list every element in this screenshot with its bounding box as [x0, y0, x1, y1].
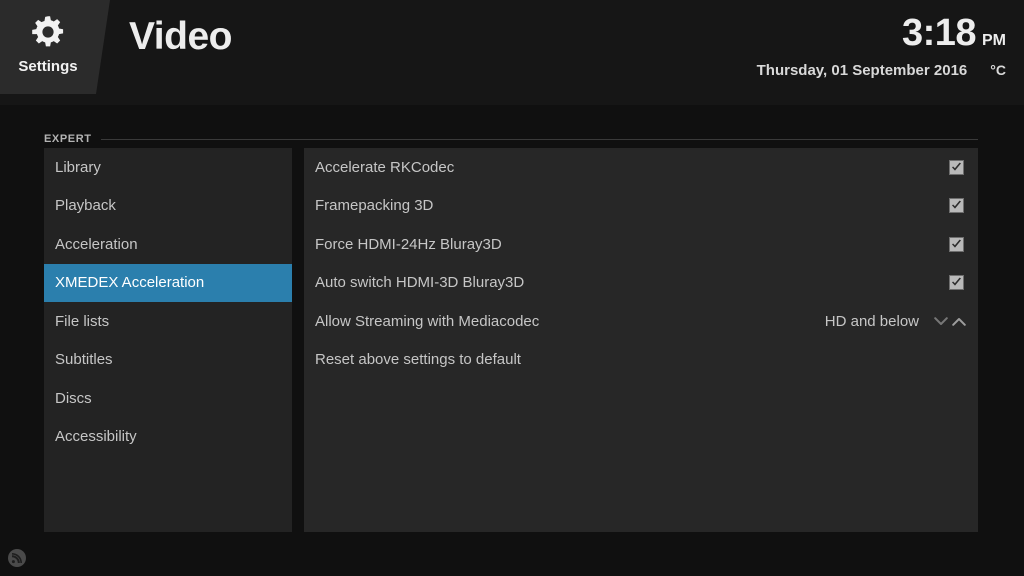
- check-icon: [951, 239, 962, 250]
- checkbox-toggle[interactable]: [949, 198, 964, 214]
- sidebar-item-label: Discs: [55, 389, 92, 407]
- clock-time: 3:18: [901, 12, 977, 54]
- settings-badge-label: Settings: [18, 58, 78, 75]
- sidebar-item-label: Playback: [55, 197, 116, 215]
- sidebar-item-label: Library: [55, 158, 101, 176]
- check-icon: [951, 200, 962, 211]
- value-spinner[interactable]: HD and below: [825, 313, 968, 330]
- date-row: Thursday, 01 September 2016 °C: [757, 63, 1006, 78]
- check-icon: [951, 277, 962, 288]
- setting-label: Accelerate RKCodec: [315, 158, 455, 176]
- sidebar-item-label: File lists: [55, 312, 110, 330]
- setting-label: Framepacking 3D: [315, 197, 434, 215]
- setting-row[interactable]: Auto switch HDMI-3D Bluray3D: [304, 264, 978, 303]
- category-divider: [100, 138, 978, 140]
- category-bar: EXPERT: [44, 131, 978, 147]
- chevron-down-icon[interactable]: [932, 316, 950, 326]
- temperature-unit: °C: [990, 62, 1006, 78]
- setting-row[interactable]: Force HDMI-24Hz Bluray3D: [304, 225, 978, 264]
- clock-row: 3:18 PM: [757, 14, 1006, 52]
- checkbox-toggle[interactable]: [949, 236, 964, 252]
- setting-label: Reset above settings to default: [315, 351, 521, 369]
- checkbox-toggle[interactable]: [949, 275, 964, 291]
- setting-label: Auto switch HDMI-3D Bluray3D: [315, 274, 525, 292]
- chevron-up-icon[interactable]: [950, 317, 968, 326]
- sidebar-item-xmedex-acceleration[interactable]: XMEDEX Acceleration: [44, 263, 292, 302]
- settings-badge[interactable]: Settings: [0, 0, 110, 94]
- sidebar-item-library[interactable]: Library: [44, 148, 292, 187]
- sidebar-item-acceleration[interactable]: Acceleration: [44, 225, 292, 264]
- sidebar-item-label: XMEDEX Acceleration: [55, 274, 205, 292]
- setting-row[interactable]: Allow Streaming with Mediacodec HD and be…: [304, 302, 978, 341]
- clock-ampm: PM: [982, 32, 1006, 49]
- setting-row[interactable]: Accelerate RKCodec: [304, 148, 978, 187]
- sidebar-item-file-lists[interactable]: File lists: [44, 302, 292, 341]
- gear-icon: [0, 12, 96, 52]
- setting-label: Allow Streaming with Mediacodec: [315, 312, 540, 330]
- top-header-bar: Settings Video 3:18 PM Thursday, 01 Sept…: [0, 0, 1024, 105]
- sidebar-item-playback[interactable]: Playback: [44, 187, 292, 226]
- rss-icon[interactable]: [8, 549, 26, 567]
- page-title: Video: [129, 15, 232, 58]
- checkbox-toggle[interactable]: [949, 159, 964, 175]
- spinner-value: HD and below: [824, 312, 919, 330]
- setting-row[interactable]: Framepacking 3D: [304, 187, 978, 226]
- check-icon: [951, 162, 962, 173]
- clock-block: 3:18 PM Thursday, 01 September 2016 °C: [757, 14, 1006, 78]
- sidebar-item-accessibility[interactable]: Accessibility: [44, 418, 292, 457]
- sidebar-item-label: Accessibility: [55, 428, 137, 446]
- sidebar-item-subtitles[interactable]: Subtitles: [44, 341, 292, 380]
- sidebar-item-discs[interactable]: Discs: [44, 379, 292, 418]
- settings-category-sidebar[interactable]: Library Playback Acceleration XMEDEX Accele…: [44, 148, 292, 532]
- setting-row[interactable]: Reset above settings to default: [304, 341, 978, 380]
- settings-content-panel: Accelerate RKCodec Framepacking 3D Force H…: [304, 148, 978, 532]
- category-label: EXPERT: [44, 133, 92, 145]
- setting-label: Force HDMI-24Hz Bluray3D: [315, 235, 502, 253]
- clock-date: Thursday, 01 September 2016: [756, 62, 968, 79]
- sidebar-item-label: Subtitles: [55, 351, 113, 369]
- sidebar-item-label: Acceleration: [55, 235, 138, 253]
